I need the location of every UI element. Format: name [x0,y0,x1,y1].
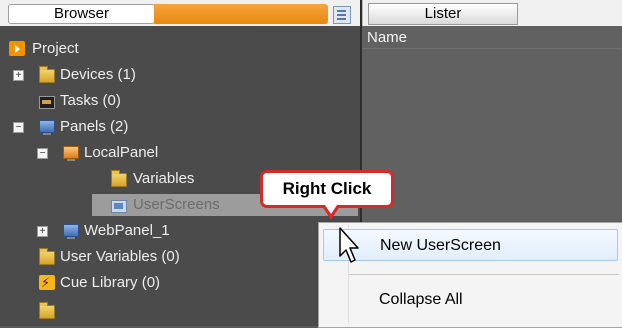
web-panel-icon [63,224,79,239]
browser-tab-accent [154,4,328,24]
collapse-icon[interactable]: − [13,122,24,133]
devices-folder-icon [39,66,55,83]
tree-item-label: Tasks (0) [60,92,121,109]
tree-item-label: Panels (2) [60,118,129,135]
tree-item-panels[interactable]: − Panels (2) [0,116,360,138]
variables-folder-icon [111,170,127,187]
context-menu: New UserScreen Collapse All [318,222,622,328]
browser-tab[interactable]: Browser [8,4,155,24]
tree-item-label: Project [32,40,79,57]
tree-item-label: UserScreens [133,196,220,213]
tree-item-label: LocalPanel [84,144,159,161]
user-variables-folder-icon [39,248,55,265]
layout-toggle-icon[interactable] [333,6,351,24]
lister-tab[interactable]: Lister [368,3,518,25]
tree-item-label: Variables [133,170,195,187]
userscreens-icon [111,200,127,213]
tree-item-user-variables[interactable]: User Variables (0) [0,246,360,268]
project-icon [9,41,25,56]
browser-header: Browser [0,0,360,26]
tree-item-tasks[interactable]: Tasks (0) [0,90,360,112]
lister-header: Lister [362,0,622,26]
tasks-icon [39,96,55,109]
tree-item-label: Cue Library (0) [60,274,161,291]
browser-panel: Browser Project + Devices (1) Tasks (0) … [0,0,362,326]
expand-icon[interactable]: + [13,70,24,81]
menu-item-new-userscreen[interactable]: New UserScreen [323,229,618,261]
tree-item-label: WebPanel_1 [84,222,170,239]
tree-item-devices[interactable]: + Devices (1) [0,64,360,86]
tree-item-project[interactable]: Project [0,38,360,60]
panels-icon [39,120,55,135]
mouse-cursor-icon [339,227,359,263]
menu-item-collapse-all[interactable]: Collapse All [323,284,618,316]
local-panel-icon [63,146,79,161]
cue-library-icon [39,272,55,294]
expand-icon[interactable]: + [37,226,48,237]
right-click-callout: Right Click [260,170,394,208]
menu-separator [349,274,619,275]
tree-item-localpanel[interactable]: − LocalPanel [0,142,360,164]
folder-icon [39,302,55,319]
tree-item-partial [0,300,360,322]
collapse-icon[interactable]: − [37,148,48,159]
callout-tail-inner [325,205,337,214]
tree-item-label: Devices (1) [60,66,136,83]
name-column-header[interactable]: Name [362,28,622,49]
tree-item-label: User Variables (0) [60,248,180,265]
tree-item-webpanel[interactable]: + WebPanel_1 [0,220,360,242]
tree-item-cue-library[interactable]: Cue Library (0) [0,272,360,294]
